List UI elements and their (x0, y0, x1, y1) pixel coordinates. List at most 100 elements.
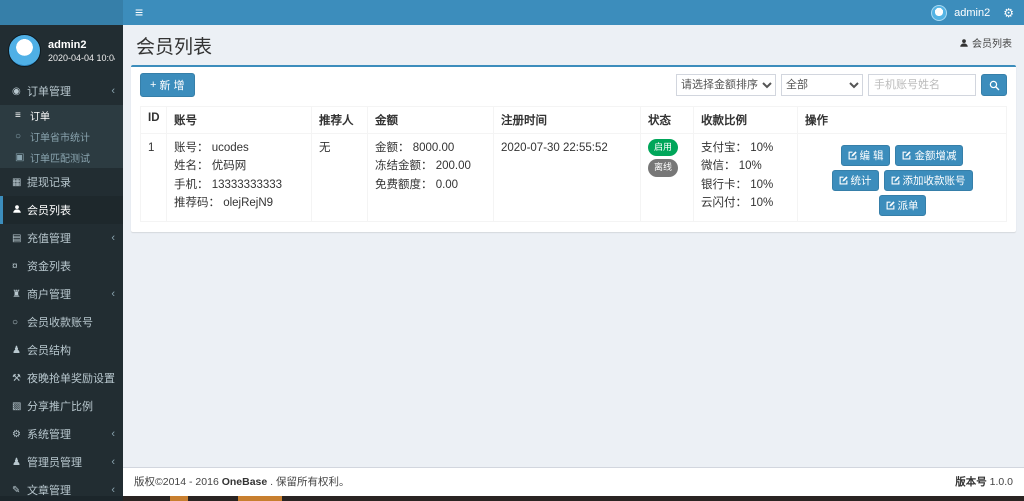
chevron-left-icon: ‹ (111, 85, 117, 97)
square-icon: ▣ (15, 152, 30, 163)
sidebar-item-recharge-management[interactable]: ▤ 充值管理 ‹ (0, 224, 123, 252)
circle-o-icon: ○ (12, 317, 27, 328)
footer-brand: OneBase (222, 476, 268, 488)
amount-adjust-button[interactable]: 金额增减 (895, 145, 963, 166)
search-input[interactable] (868, 74, 976, 96)
col-header-ops: 操作 (798, 107, 1007, 134)
edit-icon (848, 151, 857, 160)
cell-amount: 金额： 8000.00 冻结金额： 200.00 免费额度： 0.00 (368, 134, 494, 222)
cell-referrer: 无 (312, 134, 368, 222)
cell-ratio: 支付宝： 10% 微信： 10% 银行卡： 10% 云闪付： 10% (694, 134, 798, 222)
sidebar-item-admin-management[interactable]: ♟ 管理员管理 ‹ (0, 448, 123, 476)
breadcrumb-label: 会员列表 (972, 35, 1012, 50)
user-icon (12, 204, 27, 217)
status-badge-enabled: 启用 (648, 139, 678, 156)
sidebar-item-share-promotion-ratio[interactable]: ▧ 分享推广比例 (0, 392, 123, 420)
sidebar-menu: ◉ 订单管理 ‹ ≡ 订单 ○ 订单省市统计 ▣ 订单匹配测试 (0, 77, 123, 501)
search-icon (989, 80, 1000, 91)
sidebar-item-night-order-reward[interactable]: ⚒ 夜晚抢单奖励设置 (0, 364, 123, 392)
sidebar-item-member-structure[interactable]: ♟ 会员结构 (0, 336, 123, 364)
edit-button[interactable]: 编 辑 (841, 145, 891, 166)
amount-sort-select[interactable]: 请选择金额排序 (676, 74, 776, 96)
footer-version: 版本号 1.0.0 (955, 474, 1013, 489)
bars-icon: ≡ (15, 110, 30, 121)
col-header-status: 状态 (641, 107, 694, 134)
cell-id: 1 (141, 134, 167, 222)
sidebar-item-member-list[interactable]: 会员列表 (0, 196, 123, 224)
col-header-account: 账号 (167, 107, 312, 134)
sidebar-user-name: admin2 (48, 38, 115, 52)
order-submenu: ≡ 订单 ○ 订单省市统计 ▣ 订单匹配测试 (0, 105, 123, 168)
circle-o-icon: ○ (15, 131, 30, 142)
sidebar-item-order-management[interactable]: ◉ 订单管理 ‹ (0, 77, 123, 105)
sidebar-item-order-match-test[interactable]: ▣ 订单匹配测试 (0, 147, 123, 168)
content: + 新 增 请选择金额排序 全部 (123, 65, 1024, 467)
add-payment-account-button[interactable]: 添加收款账号 (884, 170, 973, 191)
dot-circle-icon: ◉ (12, 86, 27, 97)
bottom-taskbar-strip (0, 496, 1024, 501)
sidebar: admin2 2020-04-04 10:04:00 ◉ 订单管理 ‹ ≡ 订单 (0, 25, 123, 496)
sidebar-item-member-payment-accounts[interactable]: ○ 会员收款账号 (0, 308, 123, 336)
edit-icon: ✎ (12, 485, 27, 496)
sidebar-item-withdraw-records[interactable]: ▦ 提现记录 (0, 168, 123, 196)
sidebar-toggle-icon[interactable]: ≡ (123, 0, 155, 25)
col-header-amount: 金额 (368, 107, 494, 134)
users-icon: ♟ (12, 457, 27, 468)
gears-icon[interactable]: ⚙ (997, 6, 1014, 20)
navbar-username[interactable]: admin2 (954, 7, 990, 19)
top-bar: ≡ admin2 ⚙ (0, 0, 1024, 25)
cell-operations: 编 辑 金额增减 (798, 134, 1007, 222)
filters: 请选择金额排序 全部 (676, 74, 1007, 96)
status-badge-offline: 离线 (648, 159, 678, 176)
card-icon: ▦ (12, 177, 27, 188)
users-icon: ♟ (12, 345, 27, 356)
chevron-left-icon: ‹ (111, 428, 117, 440)
chevron-left-icon: ‹ (111, 456, 117, 468)
chevron-left-icon: ‹ (111, 232, 117, 244)
navbar-right: admin2 ⚙ (931, 5, 1024, 21)
table-wrap: ID 账号 推荐人 金额 注册时间 状态 收款比例 操作 (131, 103, 1016, 232)
footer: 版权©2014 - 2016 OneBase . 保留所有权利。 版本号 1.0… (123, 467, 1024, 496)
sidebar-item-order-province-stats[interactable]: ○ 订单省市统计 (0, 126, 123, 147)
navbar: ≡ admin2 ⚙ (123, 0, 1024, 25)
statistics-button[interactable]: 统计 (832, 170, 879, 191)
wrench-icon: ⚒ (12, 373, 27, 384)
chevron-left-icon: ‹ (111, 288, 117, 300)
sidebar-item-system-management[interactable]: ⚙ 系统管理 ‹ (0, 420, 123, 448)
admin-app: ≡ admin2 ⚙ admin2 2020-04-04 10:04:00 ◉ … (0, 0, 1024, 501)
sidebar-item-merchant-management[interactable]: ♜ 商户管理 ‹ (0, 280, 123, 308)
edit-icon (839, 176, 848, 185)
gear-icon: ⚙ (12, 429, 27, 440)
dispatch-order-button[interactable]: 派单 (879, 195, 926, 216)
col-header-ratio: 收款比例 (694, 107, 798, 134)
search-button[interactable] (981, 74, 1007, 96)
col-header-referrer: 推荐人 (312, 107, 368, 134)
strip-segment-orange (170, 496, 188, 501)
add-button[interactable]: + 新 增 (140, 73, 195, 97)
chevron-left-icon: ‹ (111, 484, 117, 496)
avatar[interactable] (8, 34, 41, 67)
logo-area[interactable] (0, 0, 123, 25)
edit-icon (902, 151, 911, 160)
sidebar-user-date: 2020-04-04 10:04:00 (48, 53, 115, 63)
bank-icon: ♜ (12, 289, 27, 300)
navbar-avatar[interactable] (931, 5, 947, 21)
share-square-icon: ▧ (12, 401, 27, 412)
main-area: 会员列表 会员列表 + 新 增 请选择金额排序 (123, 25, 1024, 496)
cell-account: 账号： ucodes 姓名： 优码网 手机： 13333333333 推荐码： … (167, 134, 312, 222)
person-icon (959, 38, 969, 48)
sidebar-item-orders[interactable]: ≡ 订单 (0, 105, 123, 126)
member-table: ID 账号 推荐人 金额 注册时间 状态 收款比例 操作 (140, 106, 1007, 222)
sidebar-user-panel: admin2 2020-04-04 10:04:00 (0, 25, 123, 77)
footer-copyright: 版权©2014 - 2016 OneBase . 保留所有权利。 (134, 474, 350, 489)
card-toolbar: + 新 增 请选择金额排序 全部 (131, 67, 1016, 103)
table-header-row: ID 账号 推荐人 金额 注册时间 状态 收款比例 操作 (141, 107, 1007, 134)
strip-segment-orange (238, 496, 282, 501)
breadcrumb[interactable]: 会员列表 (959, 35, 1012, 50)
col-header-regtime: 注册时间 (494, 107, 641, 134)
sidebar-item-funds-list[interactable]: ¤ 资金列表 (0, 252, 123, 280)
cell-status: 启用 离线 (641, 134, 694, 222)
status-filter-select[interactable]: 全部 (781, 74, 863, 96)
page-title: 会员列表 (136, 32, 1011, 59)
strip-segment-dark (0, 496, 123, 501)
